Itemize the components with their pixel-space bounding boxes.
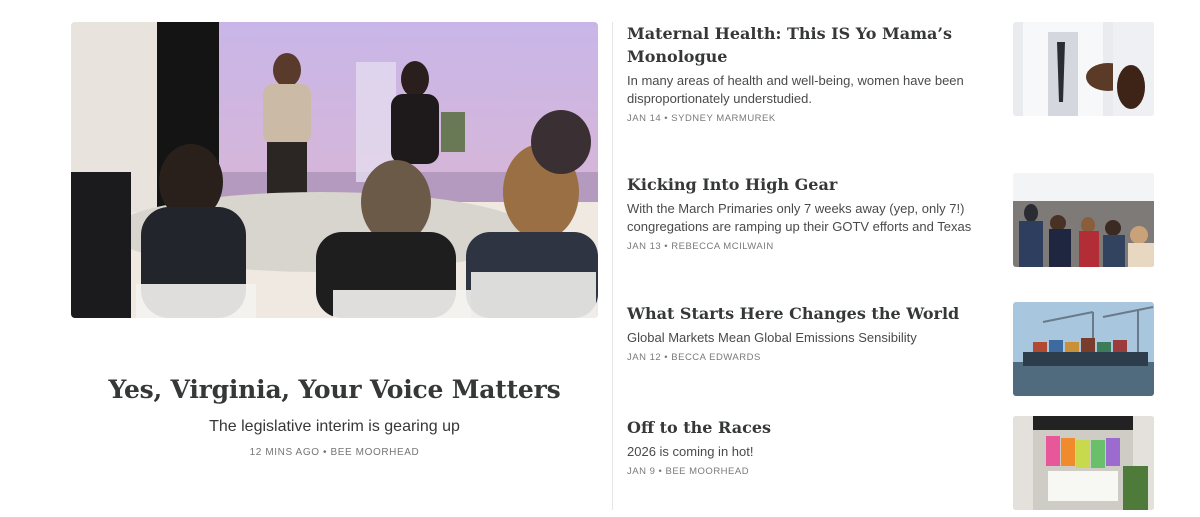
- meta-separator: •: [658, 466, 663, 477]
- featured-title[interactable]: Yes, Virginia, Your Voice Matters: [71, 374, 598, 406]
- post-subtitle: In many areas of health and well-being, …: [627, 73, 964, 106]
- featured-post[interactable]: Yes, Virginia, Your Voice Matters The le…: [71, 22, 598, 458]
- featured-meta: 12 MINS AGO • BEE MOORHEAD: [71, 447, 598, 458]
- meta-separator: •: [322, 447, 328, 458]
- post-date: JAN 13: [627, 241, 662, 252]
- meta-separator: •: [664, 352, 669, 363]
- post-title[interactable]: Off to the Races: [627, 416, 992, 439]
- post-thumbnail[interactable]: [1013, 22, 1154, 116]
- post-thumbnail[interactable]: [1013, 173, 1154, 267]
- featured-image[interactable]: [71, 22, 598, 318]
- post-thumbnail[interactable]: [1013, 302, 1154, 396]
- post-date: JAN 14: [627, 113, 662, 124]
- post-meta: JAN 9 • BEE MOORHEAD: [627, 466, 992, 477]
- post-author[interactable]: SYDNEY MARMUREK: [671, 113, 775, 124]
- meta-separator: •: [664, 113, 669, 124]
- column-divider: [612, 22, 613, 510]
- post-date: JAN 12: [627, 352, 662, 363]
- post-meta: JAN 14 • SYDNEY MARMUREK: [627, 113, 992, 124]
- featured-subtitle: The legislative interim is gearing up: [209, 418, 460, 435]
- post-subtitle: With the March Primaries only 7 weeks aw…: [627, 201, 972, 234]
- post-title[interactable]: Maternal Health: This IS Yo Mama’s Monol…: [627, 22, 992, 68]
- meta-separator: •: [664, 241, 669, 252]
- post-date: JAN 9: [627, 466, 656, 477]
- featured-time: 12 MINS AGO: [249, 447, 320, 458]
- post-author[interactable]: BECCA EDWARDS: [671, 352, 761, 363]
- post-title[interactable]: Kicking Into High Gear: [627, 173, 992, 196]
- post-meta: JAN 13 • REBECCA MCILWAIN: [627, 241, 992, 252]
- post-title[interactable]: What Starts Here Changes the World: [627, 302, 992, 325]
- featured-author[interactable]: BEE MOORHEAD: [330, 447, 419, 458]
- post-meta: JAN 12 • BECCA EDWARDS: [627, 352, 992, 363]
- post-subtitle: Global Markets Mean Global Emissions Sen…: [627, 330, 917, 345]
- post-thumbnail[interactable]: [1013, 416, 1154, 510]
- post-author[interactable]: BEE MOORHEAD: [665, 466, 749, 477]
- post-author[interactable]: REBECCA MCILWAIN: [671, 241, 774, 252]
- post-subtitle: 2026 is coming in hot!: [627, 444, 754, 459]
